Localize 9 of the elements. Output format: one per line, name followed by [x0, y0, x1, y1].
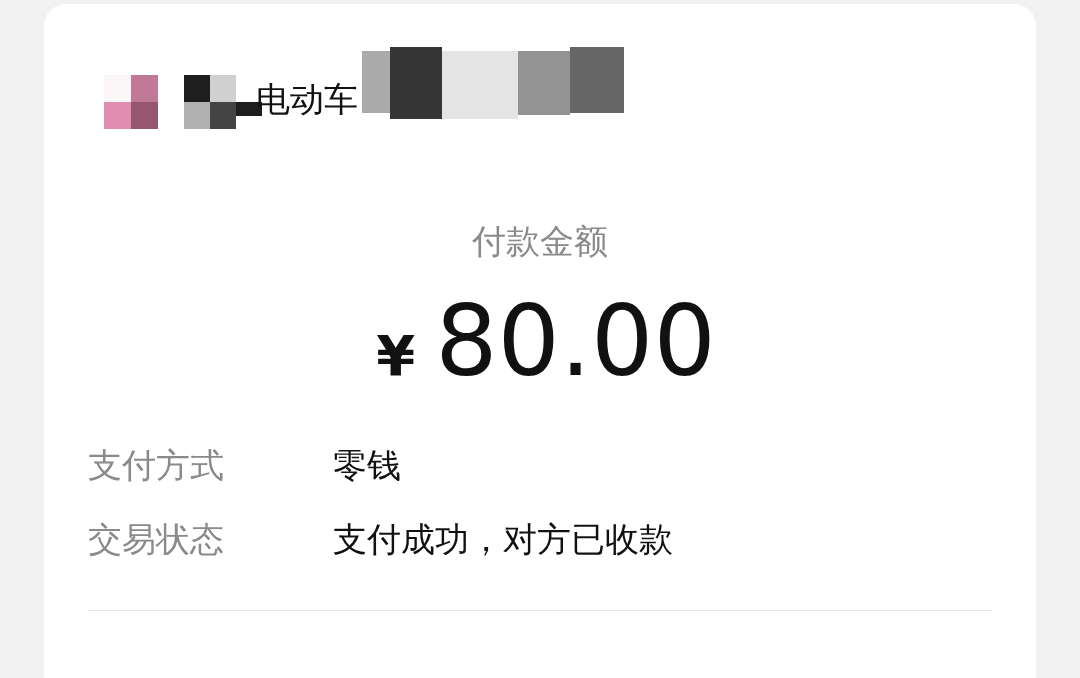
- detail-label: 交易状态: [88, 518, 225, 561]
- detail-label: 支付方式: [88, 444, 225, 487]
- payment-amount: 80.00: [435, 286, 716, 396]
- mosaic-avatar: [104, 75, 158, 129]
- payment-title: 付款金额: [471, 220, 609, 263]
- detail-value: 支付成功，对方已收款: [333, 518, 673, 561]
- currency-symbol: ¥: [376, 323, 416, 388]
- merchant-name: 电动车: [256, 78, 358, 121]
- detail-value: 零钱: [333, 444, 401, 487]
